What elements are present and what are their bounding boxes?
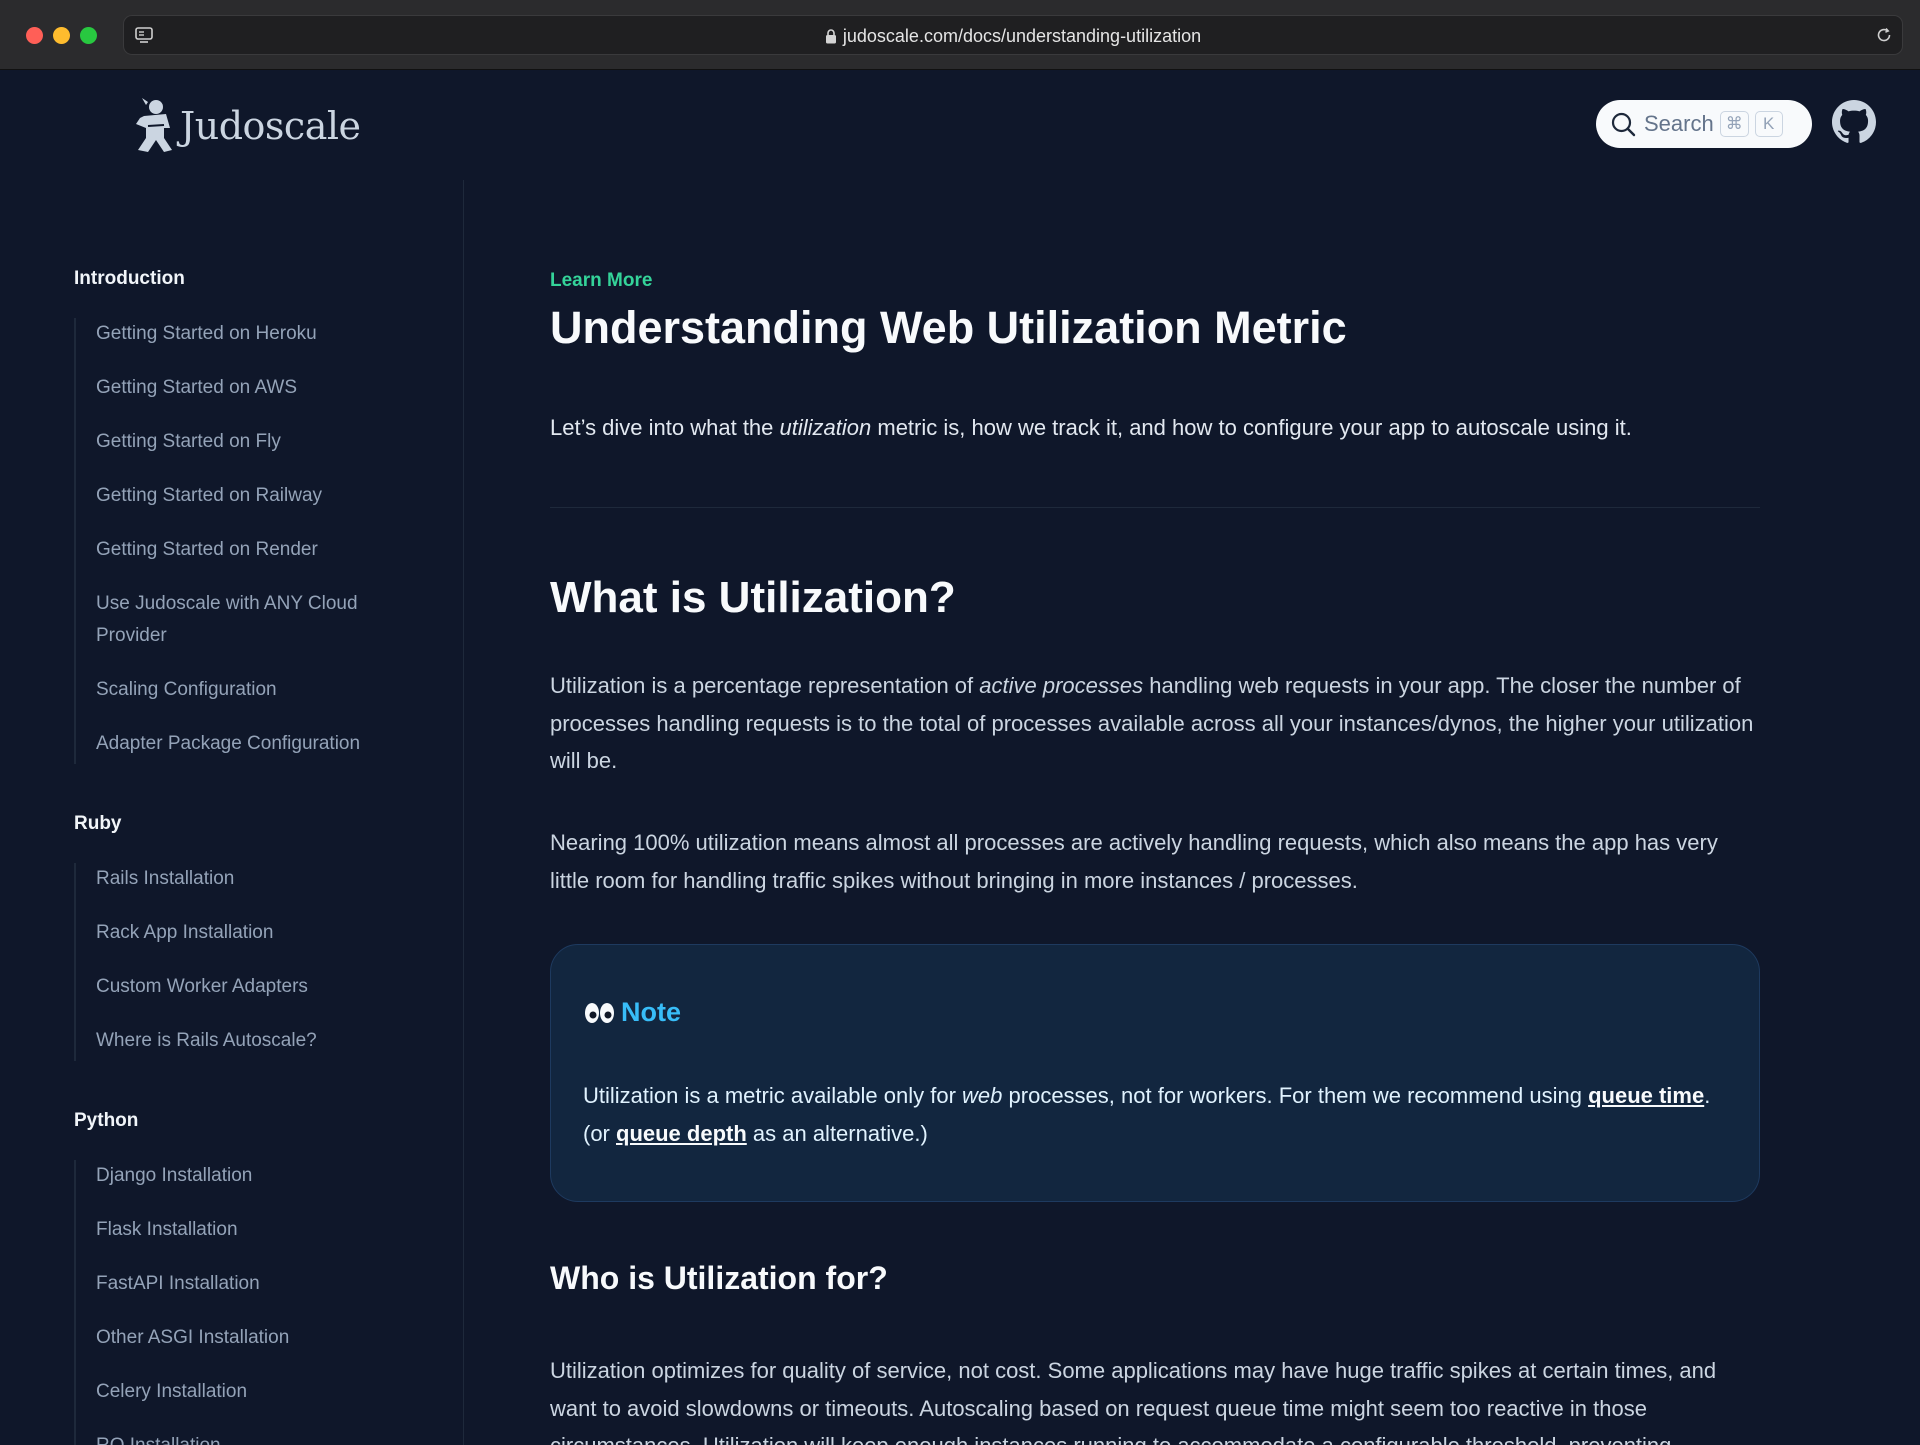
url-text: judoscale.com/docs/understanding-utiliza…: [842, 26, 1202, 46]
judoka-logo-icon: [136, 98, 172, 152]
queue-depth-link[interactable]: queue depth: [616, 1121, 747, 1146]
sidebar-group-introduction: Getting Started on Heroku Getting Starte…: [74, 318, 394, 764]
sidebar-item-flask[interactable]: Flask Installation: [76, 1214, 394, 1268]
sidebar-group-python: Django Installation Flask Installation F…: [74, 1160, 394, 1445]
zoom-window-button[interactable]: [80, 27, 97, 44]
sidebar-item-scaling-config[interactable]: Scaling Configuration: [76, 674, 394, 728]
paragraph-definition: Utilization is a percentage representati…: [550, 673, 1754, 773]
url-text-row: judoscale.com/docs/understanding-utiliza…: [124, 26, 1902, 47]
lead-paragraph: Let’s dive into what the utilization met…: [550, 415, 1632, 440]
sidebar-section-ruby[interactable]: Ruby: [74, 813, 122, 835]
paragraph-nearing-100: Nearing 100% utilization means almost al…: [550, 830, 1718, 893]
sidebar-item-render[interactable]: Getting Started on Render: [76, 534, 394, 588]
page-title: Understanding Web Utilization Metric: [550, 302, 1347, 353]
sidebar-item-aws[interactable]: Getting Started on AWS: [76, 372, 394, 426]
docs-sidebar: Introduction Getting Started on Heroku G…: [0, 180, 464, 1445]
logo-text: Judoscale: [180, 104, 361, 148]
judoscale-logo[interactable]: Judoscale: [134, 98, 361, 154]
browser-chrome: judoscale.com/docs/understanding-utiliza…: [0, 0, 1920, 70]
heading-who-is-utilization-for: Who is Utilization for?: [550, 1260, 888, 1296]
divider: [550, 507, 1760, 508]
note-title: Note: [583, 997, 681, 1028]
sidebar-item-railway[interactable]: Getting Started on Railway: [76, 480, 394, 534]
sidebar-item-any-cloud[interactable]: Use Judoscale with ANY Cloud Provider: [76, 588, 394, 674]
heading-what-is-utilization: What is Utilization?: [550, 573, 956, 622]
sidebar-item-fly[interactable]: Getting Started on Fly: [76, 426, 394, 480]
paragraph-quality-of-service: Utilization optimizes for quality of ser…: [550, 1358, 1717, 1445]
queue-time-link[interactable]: queue time: [1588, 1083, 1704, 1108]
sidebar-item-celery[interactable]: Celery Installation: [76, 1376, 394, 1430]
sidebar-item-fastapi[interactable]: FastAPI Installation: [76, 1268, 394, 1322]
sidebar-item-custom-worker[interactable]: Custom Worker Adapters: [76, 971, 394, 1025]
sidebar-item-rails-autoscale[interactable]: Where is Rails Autoscale?: [76, 1025, 394, 1061]
note-body: Utilization is a metric available only f…: [583, 1083, 1711, 1146]
sidebar-item-rails[interactable]: Rails Installation: [76, 863, 394, 917]
note-callout: Note Utilization is a metric available o…: [550, 944, 1760, 1202]
sidebar-item-rq[interactable]: RQ Installation: [76, 1430, 394, 1445]
section-eyebrow: Learn More: [550, 270, 653, 291]
kbd-k-key: K: [1754, 111, 1783, 137]
sidebar-item-rack[interactable]: Rack App Installation: [76, 917, 394, 971]
search-icon: [1611, 112, 1636, 137]
search-button[interactable]: Search ⌘ K: [1596, 100, 1812, 148]
close-window-button[interactable]: [26, 27, 43, 44]
sidebar-item-django[interactable]: Django Installation: [76, 1160, 394, 1214]
sidebar-section-python[interactable]: Python: [74, 1110, 138, 1132]
sidebar-group-ruby: Rails Installation Rack App Installation…: [74, 863, 394, 1061]
lock-icon: [825, 29, 836, 44]
eyes-emoji-icon: [585, 1002, 614, 1023]
sidebar-item-adapter-config[interactable]: Adapter Package Configuration: [76, 728, 394, 764]
reload-icon[interactable]: [1874, 25, 1894, 45]
kbd-command-key: ⌘: [1719, 111, 1749, 137]
minimize-window-button[interactable]: [53, 27, 70, 44]
sidebar-section-introduction[interactable]: Introduction: [74, 268, 185, 290]
search-label: Search: [1644, 111, 1714, 136]
site-header: Judoscale Search ⌘ K: [0, 70, 1920, 180]
sidebar-item-asgi[interactable]: Other ASGI Installation: [76, 1322, 394, 1376]
sidebar-item-heroku[interactable]: Getting Started on Heroku: [76, 318, 394, 372]
github-icon[interactable]: [1832, 100, 1876, 144]
address-bar[interactable]: judoscale.com/docs/understanding-utiliza…: [123, 15, 1903, 55]
